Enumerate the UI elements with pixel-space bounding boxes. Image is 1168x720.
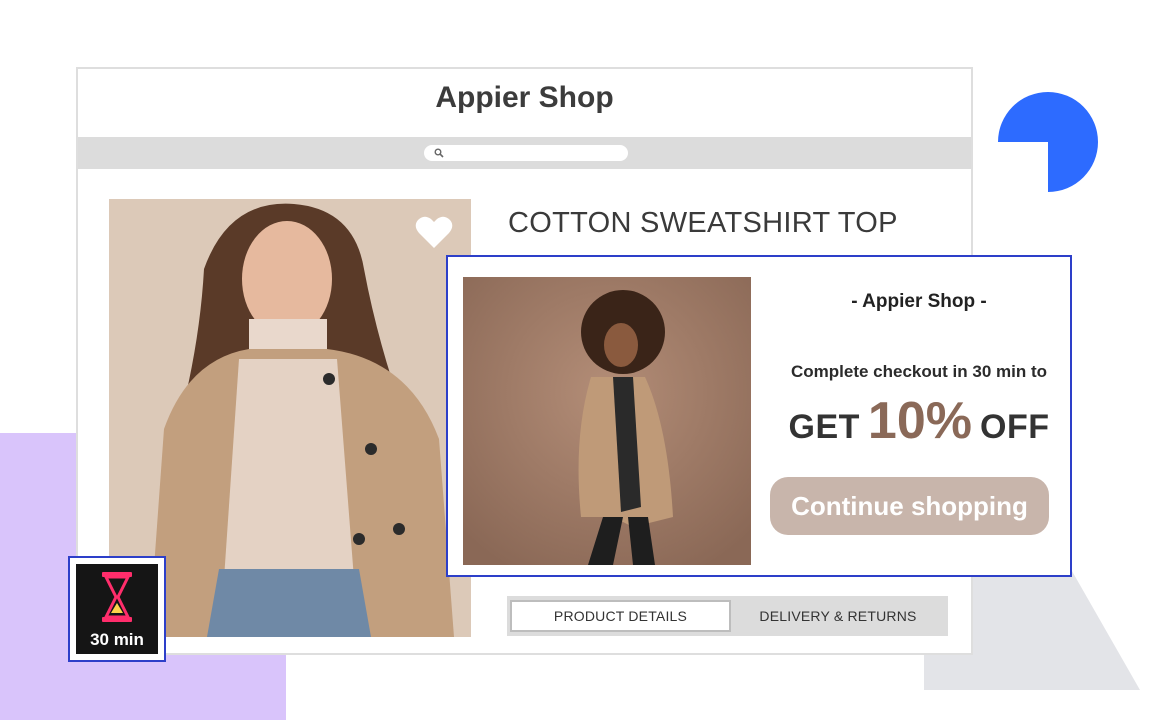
model-walking-image xyxy=(463,277,751,565)
search-bar xyxy=(78,137,971,169)
product-tabs: PRODUCT DETAILS DELIVERY & RETURNS xyxy=(507,596,948,636)
hourglass-icon xyxy=(102,572,132,622)
offer-suffix: OFF xyxy=(980,408,1050,446)
search-icon xyxy=(434,148,444,158)
popup-subtitle: Complete checkout in 30 min to xyxy=(791,362,1047,381)
tab-product-details[interactable]: PRODUCT DETAILS xyxy=(510,600,731,632)
popup-photo xyxy=(463,277,751,565)
brand-quarter-circle-shape xyxy=(998,92,1098,192)
heart-icon[interactable] xyxy=(415,215,453,249)
discount-offer: GET 10% OFF xyxy=(768,391,1070,451)
offer-prefix: GET xyxy=(788,408,860,446)
timer-badge: 30 min xyxy=(68,556,166,662)
product-title: COTTON SWEATSHIRT TOP xyxy=(508,207,898,239)
popup-shop-label: - Appier Shop - xyxy=(851,291,987,312)
offer-percentage: 10% xyxy=(867,392,972,450)
search-input[interactable] xyxy=(424,145,628,161)
timer-panel: 30 min xyxy=(76,564,158,654)
discount-popup: - Appier Shop - Complete checkout in 30 … xyxy=(446,255,1072,577)
shop-title: Appier Shop xyxy=(435,81,614,114)
tab-delivery-returns[interactable]: DELIVERY & RETURNS xyxy=(731,600,945,632)
continue-shopping-button[interactable]: Continue shopping xyxy=(770,477,1049,535)
timer-label: 30 min xyxy=(90,630,144,649)
